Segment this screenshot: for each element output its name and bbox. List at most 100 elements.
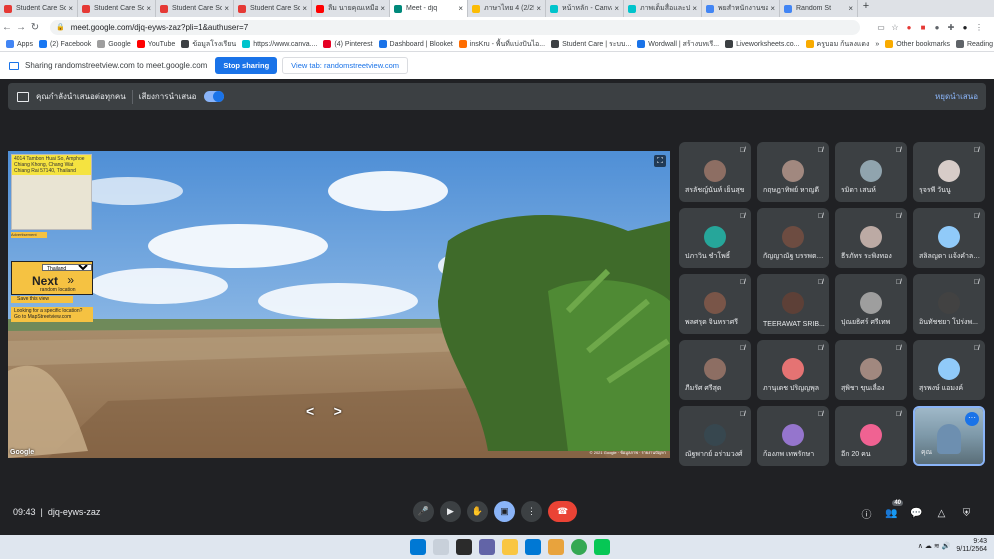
chat-icon[interactable]: 💬: [904, 508, 929, 519]
host-controls-icon[interactable]: ⛨: [954, 508, 979, 519]
browser-tab[interactable]: หน้าหลัก - Canva ×: [546, 0, 624, 17]
participant-tile[interactable]: 🎙̸ อีก 20 คน: [835, 406, 907, 466]
bookmark-item[interactable]: Dashboard | Blooket: [378, 40, 453, 48]
participant-tile[interactable]: 🎙̸ ก้องภพ เทพรักษา: [757, 406, 829, 466]
profile-avatar-icon[interactable]: ●: [958, 23, 972, 32]
mini-map[interactable]: 4014 Tambon Huai So, Amphoe Chiang Khong…: [11, 154, 92, 230]
close-tab-icon[interactable]: ×: [770, 4, 775, 13]
participant-tile[interactable]: 🎙̸ กัญญาณัฐ บรรพตวิเศษ: [757, 208, 829, 268]
view-tab-button[interactable]: View tab: randomstreetview.com: [282, 57, 408, 74]
chevron-up-icon[interactable]: ∧: [918, 542, 923, 550]
raise-hand-button[interactable]: ✋: [467, 501, 488, 522]
lock-icon[interactable]: 🔒: [56, 23, 65, 31]
double-chevron-right-icon[interactable]: »: [67, 273, 74, 287]
bookmark-item[interactable]: insKru - พื้นที่แบ่งปันไอ...: [458, 39, 545, 50]
extension-icon[interactable]: ■: [916, 23, 930, 32]
close-tab-icon[interactable]: ×: [458, 4, 463, 13]
participant-tile[interactable]: 🎙̸ ณัฐพากย์ อร่ามวงศ์: [679, 406, 751, 466]
participant-tile[interactable]: 🎙̸ ภานุเดช ปริญญพุล: [757, 340, 829, 400]
forward-icon[interactable]: →: [14, 22, 28, 33]
store-icon[interactable]: [548, 539, 564, 555]
browser-tab[interactable]: ภาพเต็มสื่อและประ×: [624, 0, 702, 17]
participant-tile[interactable]: 🎙̸ ภีมรัศ ศรีสุด: [679, 340, 751, 400]
windows-start-icon[interactable]: [410, 539, 426, 555]
browser-tab[interactable]: Student Care Sc ×: [234, 0, 312, 17]
bookmark-item[interactable]: Google: [97, 40, 131, 48]
close-tab-icon[interactable]: ×: [68, 4, 73, 13]
close-tab-icon[interactable]: ×: [614, 4, 619, 13]
close-tab-icon[interactable]: ×: [224, 4, 229, 13]
street-nav-arrows-icon[interactable]: < >: [306, 403, 342, 419]
present-button[interactable]: ▣: [494, 501, 515, 522]
line-app-icon[interactable]: [594, 539, 610, 555]
browser-tab[interactable]: Random St ×: [780, 0, 858, 17]
extension-icon[interactable]: ●: [930, 23, 944, 32]
stop-sharing-button[interactable]: Stop sharing: [215, 57, 278, 74]
participant-tile[interactable]: 🎙̸ สรลัชญ์นันท์ เย็นสุข: [679, 142, 751, 202]
close-tab-icon[interactable]: ×: [536, 4, 541, 13]
bookmark-item[interactable]: ครูบอม ก้นลงแดง: [805, 39, 869, 50]
bookmark-item[interactable]: https://www.canva....: [242, 40, 317, 48]
bookmark-star-icon[interactable]: ☆: [888, 23, 902, 32]
participant-tile[interactable]: 🎙̸ ปุณยธิศร์ ศรีเทพ: [835, 274, 907, 334]
participant-tile[interactable]: 🎙̸ อินทัชชยา โปร่งพ...: [913, 274, 985, 334]
participant-tile[interactable]: 🎙̸ สลิลญดา แจ้งคำลาย: [913, 208, 985, 268]
activities-icon[interactable]: △: [929, 508, 954, 519]
browser-tab[interactable]: Meet - djq ×: [390, 0, 468, 17]
mail-icon[interactable]: [525, 539, 541, 555]
close-tab-icon[interactable]: ×: [302, 4, 307, 13]
volume-icon[interactable]: 🔊: [942, 542, 951, 550]
participant-tile[interactable]: 🎙̸ สุพิชา ขุนเลื่อง: [835, 340, 907, 400]
back-icon[interactable]: ←: [0, 22, 14, 33]
wifi-icon[interactable]: ≋: [934, 542, 940, 550]
country-select[interactable]: Thailand: [42, 264, 92, 271]
bookmark-item[interactable]: (4) Pinterest: [323, 40, 373, 48]
bookmark-item[interactable]: Wordwall | สร้างบทเรี...: [637, 39, 719, 50]
search-icon[interactable]: [433, 539, 449, 555]
screen-share-icon[interactable]: ▭: [874, 23, 888, 32]
microphone-button[interactable]: 🎤: [413, 501, 434, 522]
more-options-icon[interactable]: ···: [965, 412, 979, 426]
participant-tile[interactable]: 🎙̸ รุจรพี วันนู: [913, 142, 985, 202]
camera-button[interactable]: ▶: [440, 501, 461, 522]
close-tab-icon[interactable]: ×: [692, 4, 697, 13]
browser-tab[interactable]: Student Care Sc ×: [0, 0, 78, 17]
browser-tab[interactable]: ภาษาไทย 4 (2/25 ×: [468, 0, 546, 17]
browser-tab[interactable]: ลืม นายคุณเหมือนเป็นฉาก×: [312, 0, 390, 17]
bookmark-item[interactable]: YouTube: [136, 40, 175, 48]
reading-list-button[interactable]: Reading list: [955, 40, 994, 48]
reload-icon[interactable]: ↻: [28, 22, 42, 33]
leave-call-button[interactable]: ☎: [548, 501, 577, 522]
fullscreen-icon[interactable]: ⛶: [654, 155, 666, 167]
participant-tile[interactable]: 🎙̸ พลศรุต จินหราศรี: [679, 274, 751, 334]
close-tab-icon[interactable]: ×: [848, 4, 853, 13]
new-tab-button[interactable]: +: [858, 0, 874, 17]
participant-tile[interactable]: 🎙̸ ปภาวิน ชำโพธิ์: [679, 208, 751, 268]
bookmark-item[interactable]: Liveworksheets.co...: [725, 40, 800, 48]
bookmarks-more-button[interactable]: »: [875, 41, 879, 48]
audio-toggle[interactable]: [204, 91, 225, 102]
chat-app-icon[interactable]: [479, 539, 495, 555]
more-options-button[interactable]: ⋮: [521, 501, 542, 522]
participant-tile[interactable]: 🎙̸ TEERAWAT SRIB...: [757, 274, 829, 334]
menu-icon[interactable]: ⋮: [972, 23, 986, 32]
info-icon[interactable]: ⓘ: [854, 506, 879, 521]
close-tab-icon[interactable]: ×: [380, 4, 385, 13]
extension-icon[interactable]: ●: [902, 23, 916, 32]
onedrive-icon[interactable]: ☁: [925, 542, 932, 550]
puzzle-icon[interactable]: ✚: [944, 23, 958, 32]
browser-tab[interactable]: Student Care Sc ×: [156, 0, 234, 17]
stop-presenting-button[interactable]: หยุดนำเสนอ: [935, 90, 978, 103]
chrome-icon[interactable]: [571, 539, 587, 555]
participant-tile[interactable]: 🎙̸ รมิดา เสนห์: [835, 142, 907, 202]
participant-tile[interactable]: 🎙̸ ธีรภัทร ระพิงทอง: [835, 208, 907, 268]
other-bookmarks-folder[interactable]: Other bookmarks: [885, 40, 950, 48]
browser-tab[interactable]: Student Care Sc ×: [78, 0, 156, 17]
clock[interactable]: 9:43 9/11/2564: [956, 538, 987, 554]
self-tile[interactable]: ··· คุณ: [913, 406, 985, 466]
bookmark-item[interactable]: Student Care | ระบบ...: [551, 39, 631, 50]
participant-tile[interactable]: 🎙̸ สุรพงษ์ แอมงค์: [913, 340, 985, 400]
address-bar[interactable]: 🔒 meet.google.com/djq-eyws-zaz?pli=1&aut…: [50, 19, 860, 35]
bookmark-item[interactable]: ข้อมูลโรงเรียน: [181, 39, 236, 50]
next-button[interactable]: Next: [32, 274, 58, 288]
